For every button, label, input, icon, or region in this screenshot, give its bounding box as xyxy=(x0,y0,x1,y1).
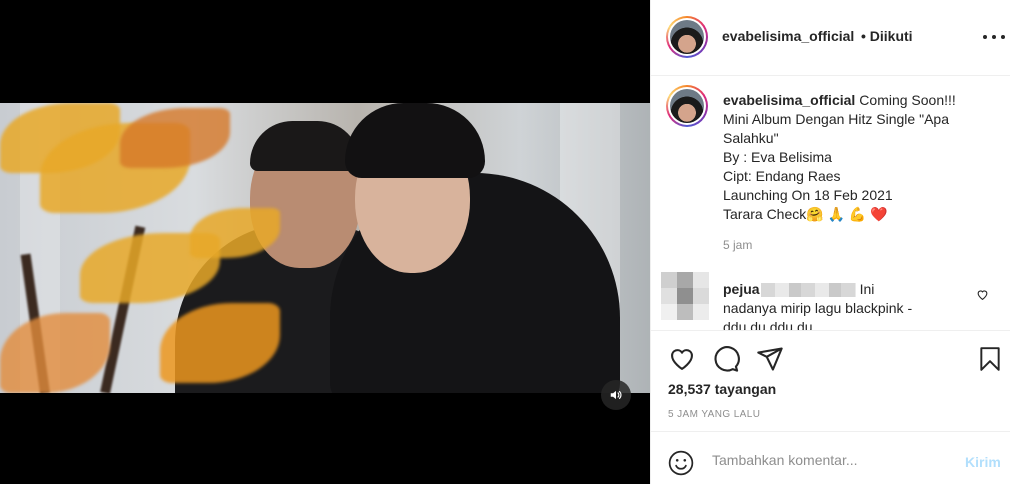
more-options-button[interactable] xyxy=(983,28,1005,46)
post-header: evabelisima_official • Diikuti xyxy=(651,0,1010,76)
list-item: pejua Ini nadanya mirip lagu blackpink - … xyxy=(723,280,973,330)
video-frame[interactable] xyxy=(0,103,650,393)
leaf xyxy=(0,313,110,393)
post-actions: 28,537 tayangan 5 JAM YANG LALU xyxy=(651,330,1010,430)
comment-input[interactable] xyxy=(712,450,952,470)
header-username[interactable]: evabelisima_official xyxy=(722,28,854,44)
commenter-username[interactable]: pejua xyxy=(723,281,760,297)
speaker-icon xyxy=(610,390,622,400)
emoji-smile-icon xyxy=(668,450,694,476)
caption-line: Launching On 18 Feb 2021 xyxy=(723,187,893,203)
heart-icon xyxy=(671,349,693,370)
comment-text: Ini xyxy=(859,281,875,297)
caption-line: Coming Soon!!! xyxy=(859,92,956,108)
heart-icon xyxy=(977,290,988,301)
post-caption: evabelisima_official Coming Soon!!! Mini … xyxy=(723,91,998,224)
emoji-button[interactable] xyxy=(668,450,694,479)
man-hair xyxy=(250,121,360,171)
views-label: tayangan xyxy=(714,381,777,397)
views-count[interactable]: 28,537 tayangan xyxy=(668,381,776,397)
more-horizontal-icon xyxy=(983,35,987,39)
save-button[interactable] xyxy=(977,345,1003,376)
video-player[interactable] xyxy=(0,0,650,484)
caption-line: Salahku" xyxy=(723,130,779,146)
avatar[interactable] xyxy=(666,16,708,58)
comment-button[interactable] xyxy=(712,345,740,376)
bookmark-icon xyxy=(980,347,1000,371)
censored-username-block xyxy=(760,283,856,298)
comment-text: ddu du ddu du xyxy=(723,319,813,330)
caption-line: Tarara Check🤗 🙏 💪 ❤️ xyxy=(723,206,888,222)
sound-toggle-button[interactable] xyxy=(601,380,631,410)
paper-plane-icon xyxy=(757,347,783,371)
more-dot xyxy=(1001,35,1005,39)
woman-hair xyxy=(345,103,485,178)
caption-line: By : Eva Belisima xyxy=(723,149,832,165)
caption-line: Cipt: Endang Raes xyxy=(723,168,841,184)
post-timestamp[interactable]: 5 JAM YANG LALU xyxy=(668,409,760,420)
caption-avatar[interactable] xyxy=(666,85,708,127)
comments-list[interactable]: evabelisima_official Coming Soon!!! Mini … xyxy=(651,77,1010,330)
more-dot xyxy=(992,35,996,39)
comment-bubble-icon xyxy=(714,346,740,372)
leaf xyxy=(120,108,230,168)
views-number: 28,537 xyxy=(668,381,711,397)
add-comment-bar: Kirim xyxy=(651,431,1010,484)
share-button[interactable] xyxy=(756,345,784,376)
caption-username[interactable]: evabelisima_official xyxy=(723,92,855,108)
post-details-panel: evabelisima_official • Diikuti evabelisi… xyxy=(650,0,1010,484)
comment-like-button[interactable] xyxy=(976,288,989,304)
caption-timestamp[interactable]: 5 jam xyxy=(723,238,752,252)
follow-status[interactable]: • Diikuti xyxy=(861,28,913,44)
caption-line: Mini Album Dengan Hitz Single "Apa xyxy=(723,111,949,127)
avatar-image xyxy=(670,20,704,54)
post-comment-button[interactable]: Kirim xyxy=(965,454,1001,470)
avatar-image xyxy=(670,89,704,123)
commenter-avatar[interactable] xyxy=(661,272,709,320)
comment-text: nadanya mirip lagu blackpink - xyxy=(723,300,913,316)
like-button[interactable] xyxy=(668,345,696,376)
